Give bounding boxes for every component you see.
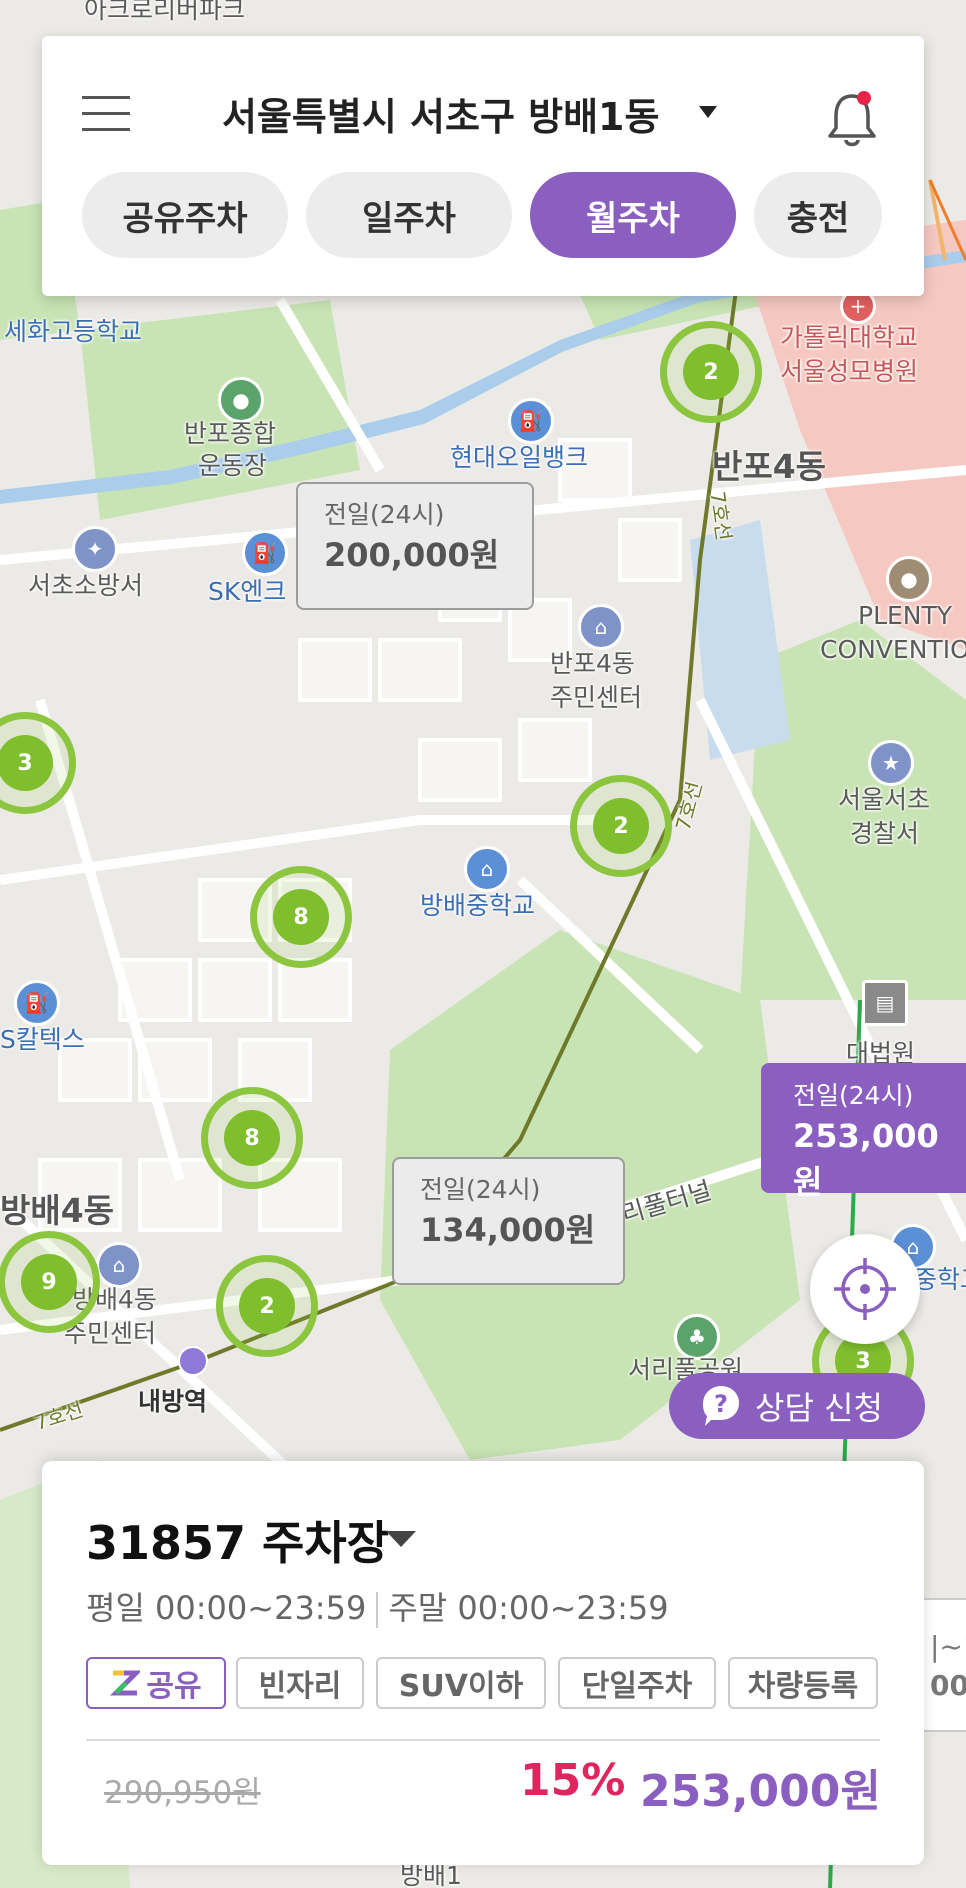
weekend-hours: 주말 00:00~23:59 xyxy=(388,1589,669,1627)
place-label: 서울성모병원 xyxy=(780,357,919,386)
subway-line-label: 7호선 xyxy=(705,489,737,543)
divider xyxy=(86,1739,880,1741)
chat-question-icon: ? xyxy=(703,1386,739,1426)
chevron-down-icon[interactable] xyxy=(699,106,717,118)
price-marker-value: 253,000원 xyxy=(793,1117,939,1201)
price-marker-selected[interactable]: 전일(24시) 253,000원 xyxy=(761,1063,966,1201)
place-label: 중학교 xyxy=(914,1265,966,1294)
final-price: 253,000원 xyxy=(640,1766,881,1817)
place-label: 운동장 xyxy=(198,451,268,480)
district-label: 반포4동 xyxy=(712,447,827,486)
police-icon: ★ xyxy=(868,740,914,786)
tab-daily-parking[interactable]: 일주차 xyxy=(306,172,512,258)
tab-monthly-parking[interactable]: 월주차 xyxy=(530,172,736,258)
peek-text: 00- xyxy=(930,1669,966,1702)
gas-station-icon: ⛽ xyxy=(242,530,288,576)
place-label: S칼텍스 xyxy=(0,1025,85,1054)
subway-station-icon xyxy=(178,1346,208,1376)
parking-cluster-marker[interactable]: 9 xyxy=(0,1231,100,1333)
place-label: 서울서초 xyxy=(838,785,931,814)
cluster-count: 2 xyxy=(683,344,739,400)
parking-cluster-marker[interactable]: 2 xyxy=(570,775,672,877)
place-label: 현대오일뱅크 xyxy=(450,443,589,472)
location-selector[interactable]: 서울특별시 서초구 방배1동 xyxy=(222,86,659,141)
place-label: 반포종합 xyxy=(184,419,277,448)
tag-vacancy: 빈자리 xyxy=(236,1657,364,1709)
discount-rate: 15% xyxy=(520,1755,626,1806)
school-icon: ⌂ xyxy=(464,846,510,892)
gas-station-icon: ⛽ xyxy=(508,398,554,444)
district-label: 방배4동 xyxy=(0,1191,115,1230)
operating-hours: 평일 00:00~23:59 주말 00:00~23:59 xyxy=(86,1583,669,1629)
peek-text: |~1 xyxy=(930,1630,966,1663)
cluster-count: 9 xyxy=(21,1254,77,1310)
price-marker[interactable]: 전일(24시) 134,000원 xyxy=(392,1157,625,1285)
place-label: 방배중학교 xyxy=(420,891,536,920)
tag-shared: 공유 xyxy=(86,1657,226,1709)
place-label: 가톨릭대학교 xyxy=(780,323,919,352)
place-label: PLENTY xyxy=(858,601,953,630)
bell-icon[interactable] xyxy=(822,86,882,150)
divider xyxy=(376,1592,379,1628)
place-label: 반포4동 xyxy=(550,649,635,678)
cluster-count: 2 xyxy=(239,1278,295,1334)
tab-shared-parking[interactable]: 공유주차 xyxy=(82,172,288,258)
svg-text:?: ? xyxy=(714,1390,728,1418)
gas-station-icon: ⛽ xyxy=(14,980,60,1026)
cluster-count: 3 xyxy=(0,735,53,791)
parking-cluster-marker[interactable]: 8 xyxy=(250,866,352,968)
price-marker-title: 전일(24시) xyxy=(324,500,445,529)
place-label: 서초소방서 xyxy=(28,571,144,600)
place-label: 아크로리버파크 xyxy=(84,0,246,24)
place-label: 세화고등학교 xyxy=(4,317,143,346)
weekday-hours: 평일 00:00~23:59 xyxy=(86,1589,367,1627)
cluster-count: 8 xyxy=(224,1110,280,1166)
caret-down-icon[interactable] xyxy=(386,1531,416,1547)
tag-suv: SUV이하 xyxy=(376,1657,546,1709)
place-label: SK엔크 xyxy=(208,577,287,606)
price-marker-value: 134,000원 xyxy=(420,1211,596,1249)
tag-single-parking: 단일주차 xyxy=(558,1657,716,1709)
tag-vehicle-registration: 차량등록 xyxy=(728,1657,878,1709)
sports-icon: ● xyxy=(218,377,264,423)
parking-lot-name: 31857 주차장 xyxy=(86,1516,390,1570)
z-logo-icon xyxy=(110,1670,141,1696)
place-label: 경찰서 xyxy=(850,819,920,848)
price-marker[interactable]: 전일(24시) 200,000원 xyxy=(296,482,534,610)
current-location-button[interactable] xyxy=(810,1234,920,1344)
next-parking-card-peek[interactable]: |~1 00- xyxy=(922,1598,966,1732)
tag-label: 공유 xyxy=(146,1669,202,1704)
consult-request-button[interactable]: ? 상담 신청 xyxy=(669,1373,925,1439)
price-marker-title: 전일(24시) xyxy=(793,1081,914,1110)
consult-label: 상담 신청 xyxy=(755,1389,883,1427)
fire-station-icon: ✦ xyxy=(72,526,118,572)
header-card: 서울특별시 서초구 방배1동 공유주차 일주차 월주차 충전 xyxy=(42,36,924,296)
government-icon: ⌂ xyxy=(578,604,624,650)
price-marker-title: 전일(24시) xyxy=(420,1175,541,1204)
parking-cluster-marker[interactable]: 2 xyxy=(216,1255,318,1357)
parking-detail-card[interactable]: 31857 주차장 평일 00:00~23:59 주말 00:00~23:59 공… xyxy=(42,1461,924,1865)
government-icon: ⌂ xyxy=(96,1242,142,1288)
station-label: 내방역 xyxy=(138,1387,208,1416)
court-icon: ▤ xyxy=(862,980,908,1026)
cluster-count: 2 xyxy=(593,798,649,854)
price-marker-value: 200,000원 xyxy=(324,536,500,574)
notification-dot xyxy=(857,91,871,105)
place-label: CONVENTIO xyxy=(820,635,966,664)
place-label: 주민센터 xyxy=(550,683,643,712)
original-price: 290,950원 xyxy=(104,1775,261,1811)
parking-cluster-marker[interactable]: 2 xyxy=(660,321,762,423)
hamburger-menu-icon[interactable] xyxy=(82,96,130,132)
parking-cluster-marker[interactable]: 8 xyxy=(201,1087,303,1189)
landmark-icon: ● xyxy=(886,556,932,602)
crosshair-icon xyxy=(834,1258,896,1320)
cluster-count: 8 xyxy=(273,889,329,945)
tab-charging[interactable]: 충전 xyxy=(754,172,882,258)
